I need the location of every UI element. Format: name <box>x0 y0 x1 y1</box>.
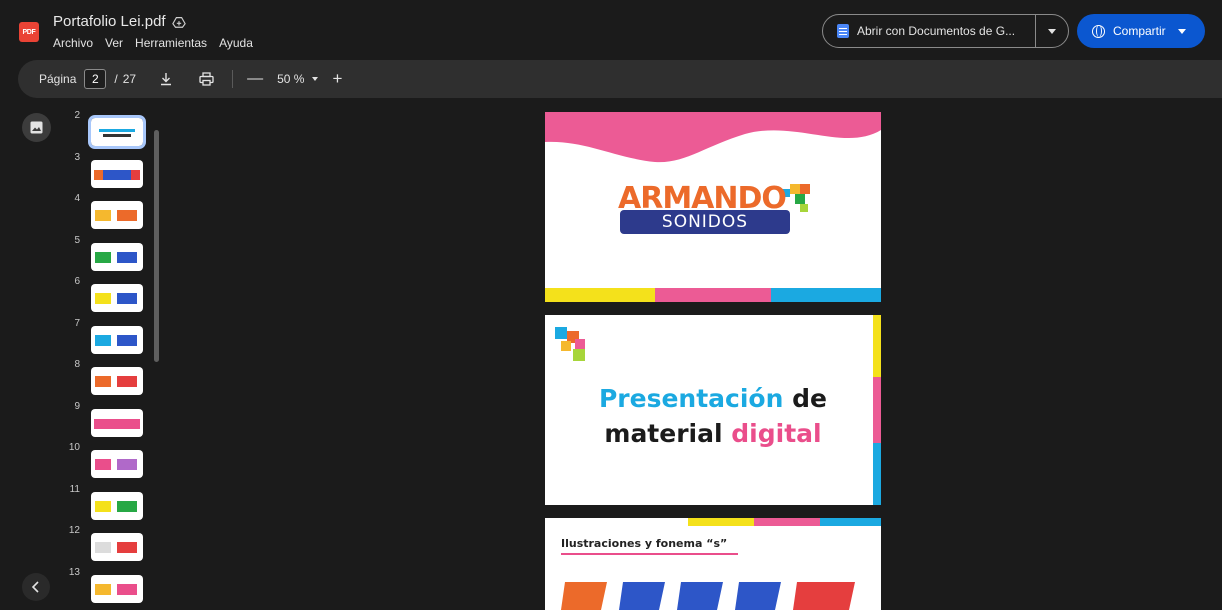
thumbnail-image[interactable] <box>91 159 143 188</box>
pdf-page-3-illustrations <box>545 518 881 610</box>
share-dropdown-icon[interactable] <box>1177 28 1186 34</box>
page-separator: / <box>114 72 118 86</box>
thumbnail-page-number: 13 <box>68 566 80 578</box>
thumbnail-page-number: 8 <box>74 359 80 370</box>
thumbnail-page-11[interactable]: 11 <box>60 484 160 520</box>
thumbnail-image[interactable] <box>91 367 143 395</box>
title-bar: PDF Portafolio Lei.pdf Archivo Ver Herra… <box>0 0 1222 58</box>
thumbnail-page-12[interactable]: 12 <box>60 525 160 561</box>
print-icon[interactable] <box>196 69 216 89</box>
share-label: Compartir <box>1113 24 1166 38</box>
cover-logo-subtitle: SONIDOS <box>620 210 790 234</box>
zoom-dropdown-icon[interactable] <box>312 77 319 81</box>
thumbnail-scrollbar[interactable] <box>154 130 159 362</box>
toolbar-divider <box>232 70 234 88</box>
presentation-word-1: Presentación <box>598 384 784 413</box>
open-with-docs-button[interactable]: Abrir con Documentos de G... <box>823 15 1037 47</box>
thumbnail-page-9[interactable]: 9 <box>60 401 160 437</box>
zoom-out-button[interactable]: — <box>247 70 263 88</box>
thumbnail-page-number: 2 <box>74 110 80 121</box>
presentation-title-line-2: material digital <box>545 419 881 448</box>
thumbnail-image[interactable] <box>91 284 143 312</box>
thumbnail-page-7[interactable]: 7 <box>60 318 160 354</box>
document-title-text[interactable]: Portafolio Lei.pdf <box>53 13 166 30</box>
thumbnail-page-3[interactable]: 3 <box>60 152 160 188</box>
pdf-viewer: PDF Portafolio Lei.pdf Archivo Ver Herra… <box>0 0 1222 610</box>
open-with-dropdown-button[interactable] <box>1036 15 1068 47</box>
thumbnail-page-number: 9 <box>74 400 80 412</box>
page-number-input[interactable]: 2 <box>84 69 107 89</box>
thumbnail-page-number: 6 <box>74 276 80 287</box>
thumbnail-image[interactable] <box>91 242 143 271</box>
thumbnail-image[interactable] <box>91 533 143 561</box>
thumbnail-page-4[interactable]: 4 <box>60 193 160 229</box>
thumbnail-page-13[interactable]: 13 <box>60 567 160 603</box>
menu-ayuda[interactable]: Ayuda <box>219 36 253 50</box>
image-icon <box>30 121 43 134</box>
pdf-file-icon: PDF <box>19 22 39 42</box>
thumbnail-image[interactable] <box>91 325 143 354</box>
thumbnail-list: 2 3 4 5 6 7 8 9 10 11 12 13 <box>60 110 160 610</box>
illustrations-title: Ilustraciones y fonema “s” <box>561 537 728 550</box>
thumbnail-page-10[interactable]: 10 <box>60 442 160 478</box>
presentation-word-2: de <box>792 384 827 413</box>
thumbnail-page-number: 11 <box>69 483 80 495</box>
thumbnail-page-number: 3 <box>74 151 80 163</box>
thumbnail-page-6[interactable]: 6 <box>60 276 160 312</box>
chevron-left-icon <box>31 581 39 593</box>
pdf-toolbar: Página 2 / 27 — 50 % + <box>18 60 1222 98</box>
chevron-down-icon <box>1048 28 1057 34</box>
thumbnail-page-number: 7 <box>74 317 80 329</box>
share-button[interactable]: Compartir <box>1077 14 1205 48</box>
presentation-word-3: material <box>604 419 723 448</box>
zoom-in-button[interactable]: + <box>332 69 342 89</box>
thumbnail-page-number: 5 <box>74 234 80 246</box>
illustrations-title-underline <box>561 553 738 555</box>
total-pages: 27 <box>122 72 137 86</box>
add-to-drive-icon[interactable] <box>171 15 186 29</box>
thumbnail-page-5[interactable]: 5 <box>60 235 160 271</box>
thumbnail-image[interactable] <box>88 115 146 149</box>
google-docs-icon <box>837 24 849 38</box>
thumbnail-image[interactable] <box>91 450 143 478</box>
menu-herramientas[interactable]: Herramientas <box>135 36 207 50</box>
thumbnail-page-2[interactable]: 2 <box>60 110 160 149</box>
thumbnail-image[interactable] <box>91 574 143 603</box>
menu-ver[interactable]: Ver <box>105 36 123 50</box>
thumbnail-page-number: 4 <box>74 193 80 204</box>
globe-icon <box>1092 24 1105 38</box>
zoom-level[interactable]: 50 % <box>277 72 304 86</box>
presentation-title-line-1: Presentación de <box>545 384 881 413</box>
illustrations-decoration <box>561 518 881 610</box>
document-title[interactable]: Portafolio Lei.pdf <box>53 13 186 30</box>
menu-archivo[interactable]: Archivo <box>53 36 93 50</box>
open-with-label: Abrir con Documentos de G... <box>857 24 1016 38</box>
thumbnail-image[interactable] <box>91 201 143 229</box>
thumbnail-page-8[interactable]: 8 <box>60 359 160 395</box>
thumbnail-image[interactable] <box>91 408 143 437</box>
page-label: Página <box>39 72 77 86</box>
presentation-word-4: digital <box>731 419 822 448</box>
menu-bar: Archivo Ver Herramientas Ayuda <box>53 36 253 50</box>
thumbnail-page-number: 10 <box>68 442 80 453</box>
download-icon[interactable] <box>156 69 176 89</box>
collapse-sidebar-button[interactable] <box>22 573 50 601</box>
thumbnail-page-number: 12 <box>68 525 80 536</box>
open-with-button-group: Abrir con Documentos de G... <box>822 14 1069 48</box>
thumbnails-toggle-button[interactable] <box>22 113 51 142</box>
thumbnail-image[interactable] <box>91 491 143 520</box>
